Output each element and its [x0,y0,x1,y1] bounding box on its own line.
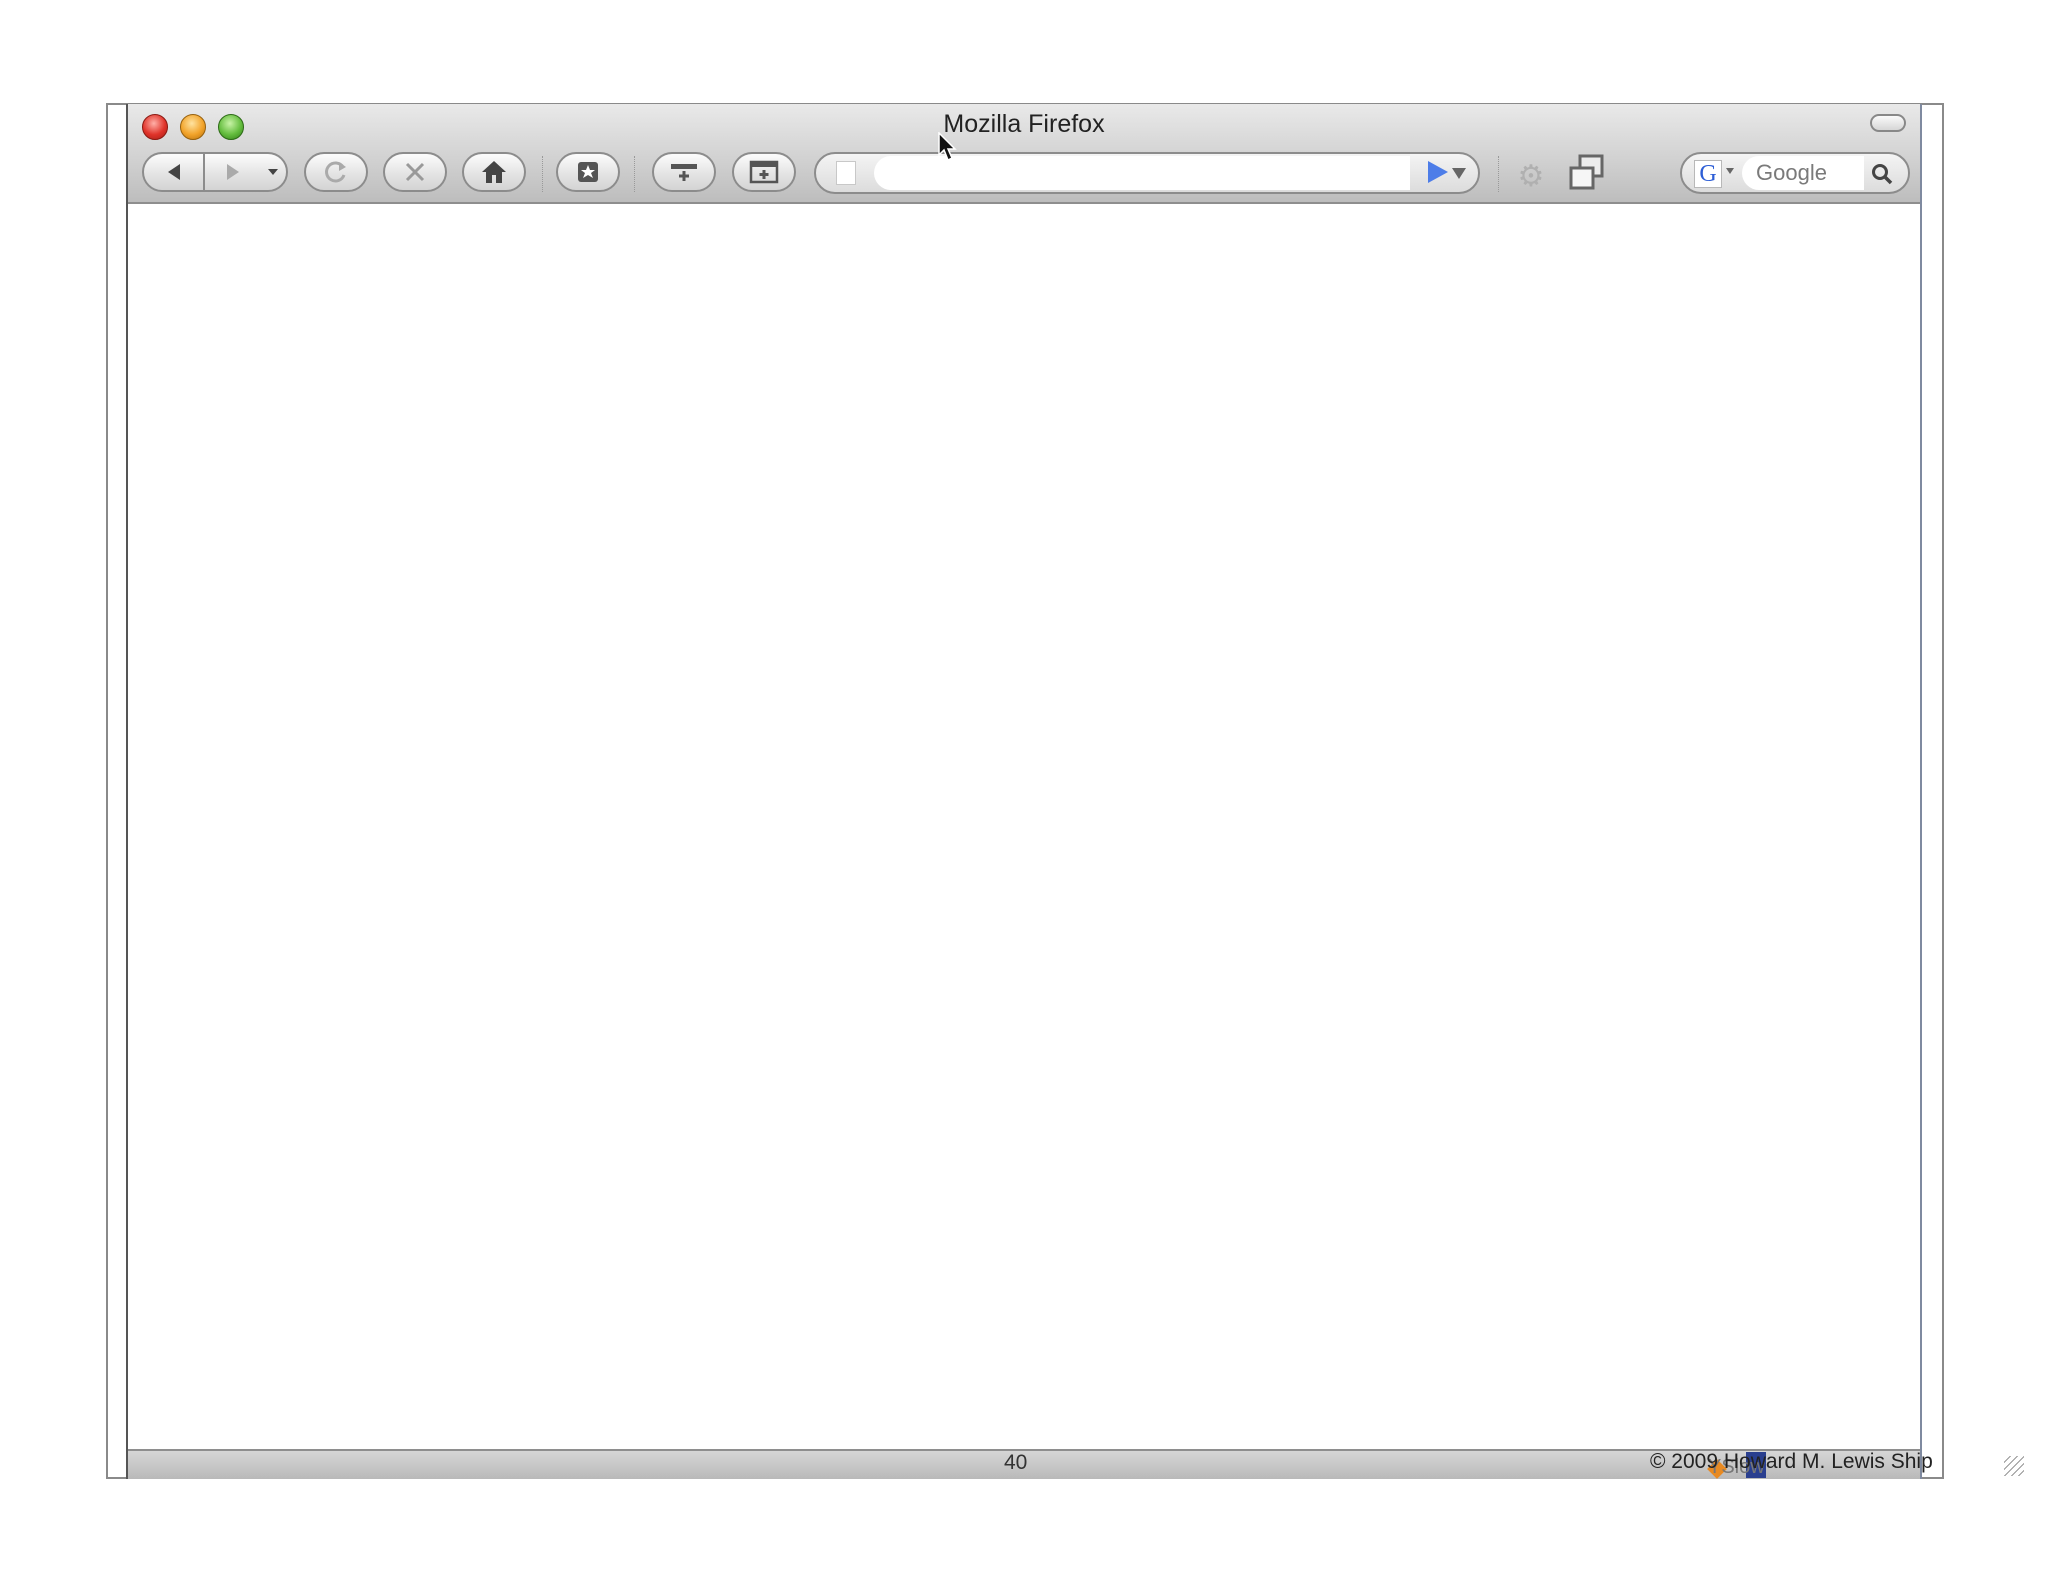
search-bar: G [1680,152,1910,194]
resize-grip-icon[interactable] [2004,1456,2024,1476]
new-window-icon [749,160,779,184]
home-button[interactable] [462,152,526,192]
chevron-down-icon [268,169,279,175]
toolbar-separator [1498,156,1500,192]
copyright-notice: © 2009 Howard M. Lewis Ship [1650,1450,1933,1473]
new-tab-button[interactable] [652,152,716,192]
toolbar-separator [634,156,636,192]
reload-button[interactable] [304,152,368,192]
new-window-button[interactable] [732,152,796,192]
forward-button[interactable] [205,154,260,190]
bookmark-star-icon [578,162,598,182]
home-icon [482,161,506,183]
chevron-down-icon[interactable] [1726,168,1734,174]
back-arrow-icon [167,164,180,180]
toolbar-toggle-button[interactable] [1870,114,1906,132]
search-engine-icon[interactable]: G [1694,160,1722,188]
page-content[interactable] [128,204,1920,1449]
location-bar [814,152,1480,194]
stop-icon [405,162,425,182]
url-history-dropdown-icon[interactable] [1452,168,1466,179]
reload-icon [325,161,346,183]
bookmarks-button[interactable] [556,152,620,192]
browser-window: Mozilla Firefox ⚙ G Google [126,104,1922,1479]
title-toolbar: Mozilla Firefox ⚙ G Google [128,104,1920,204]
gear-icon[interactable]: ⚙ [1514,160,1548,194]
stop-button[interactable] [383,152,447,192]
search-input[interactable] [1742,156,1864,190]
back-button[interactable] [144,154,206,190]
window-title: Mozilla Firefox [943,110,1105,138]
slide-number: 40 [1004,1451,1028,1474]
forward-arrow-icon [226,164,239,180]
page-icon [836,161,856,185]
new-tab-icon [671,164,697,181]
window-stack-icon[interactable] [1566,152,1608,194]
toolbar-separator [542,156,544,192]
go-arrow-icon[interactable] [1428,161,1448,183]
search-icon[interactable] [1870,162,1894,186]
mouse-cursor-icon [938,132,957,162]
back-forward-group [142,152,288,192]
history-dropdown-button[interactable] [260,154,286,190]
